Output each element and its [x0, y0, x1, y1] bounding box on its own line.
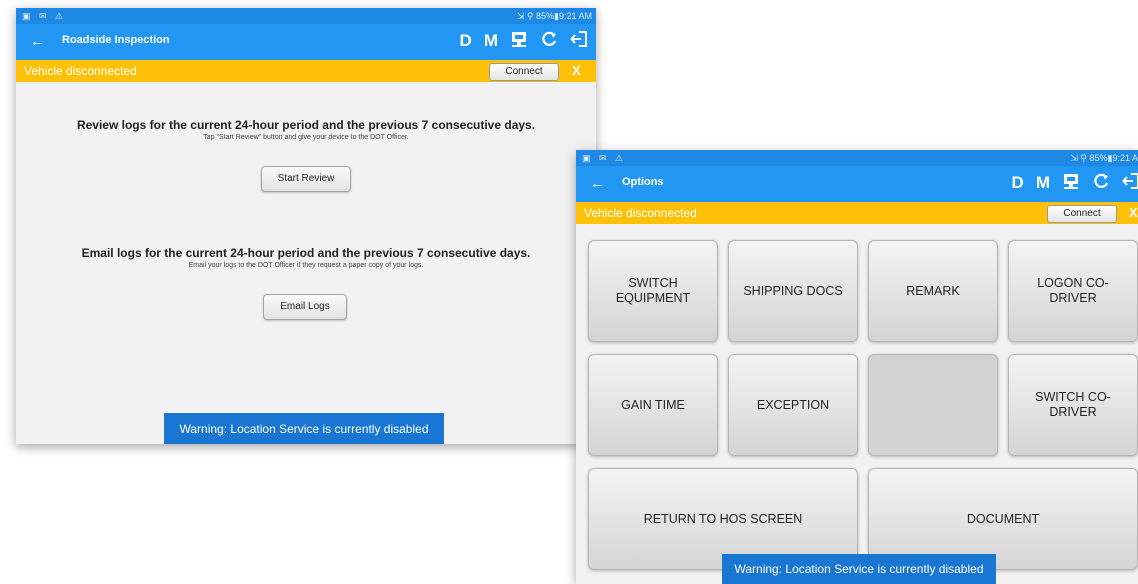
page-title: Options [622, 176, 664, 188]
refresh-icon[interactable] [1092, 171, 1110, 195]
status-info: ⇲ ⚲ 85%▮9:21 AM [516, 11, 592, 21]
status-icons: ▣ ✉ ⚠ [22, 11, 67, 21]
vehicle-status-text: Vehicle disconnected [24, 64, 137, 78]
email-section: Email logs for the current 24-hour perio… [16, 246, 596, 269]
inspection-icon[interactable] [1062, 171, 1080, 195]
toolbar-actions: D M [1012, 171, 1138, 195]
roadside-inspection-screen: ▣ ✉ ⚠ ⇲ ⚲ 85%▮9:21 AM ← Roadside Inspect… [16, 8, 596, 444]
status-bar: ▣ ✉ ⚠ ⇲ ⚲ 85%▮9:21 AM [16, 8, 596, 24]
vehicle-status-text: Vehicle disconnected [584, 206, 697, 220]
email-subtext: Email your logs to the DOT Officer if th… [188, 262, 424, 269]
gain-time-button[interactable]: GAIN TIME [588, 354, 718, 456]
review-section: Review logs for the current 24-hour peri… [16, 118, 596, 141]
location-warning-toast: Warning: Location Service is currently d… [164, 413, 444, 444]
driver-d-button[interactable]: D [1012, 171, 1024, 195]
exception-button[interactable]: EXCEPTION [728, 354, 858, 456]
refresh-icon[interactable] [540, 29, 558, 53]
connect-button[interactable]: Connect [489, 63, 559, 81]
back-arrow-icon[interactable]: ← [590, 174, 605, 194]
logout-icon[interactable] [570, 29, 588, 53]
dismiss-button[interactable]: X [572, 63, 581, 78]
email-logs-button[interactable]: Email Logs [263, 294, 347, 320]
location-warning-toast: Warning: Location Service is currently d… [722, 554, 996, 584]
page-title: Roadside Inspection [62, 34, 170, 46]
switch-equipment-button[interactable]: SWITCH EQUIPMENT [588, 240, 718, 342]
logout-icon[interactable] [1122, 171, 1138, 195]
toolbar-actions: D M [460, 29, 588, 53]
vehicle-status-bar: Vehicle disconnected Connect X [576, 202, 1138, 224]
status-icons: ▣ ✉ ⚠ [582, 153, 627, 163]
dismiss-button[interactable]: X [1129, 205, 1138, 220]
vehicle-status-bar: Vehicle disconnected Connect X [16, 60, 596, 82]
email-heading: Email logs for the current 24-hour perio… [81, 246, 531, 260]
start-review-button[interactable]: Start Review [261, 166, 351, 192]
status-info: ⇲ ⚲ 85%▮9:21 A [1070, 153, 1138, 163]
connect-button[interactable]: Connect [1047, 205, 1117, 223]
back-arrow-icon[interactable]: ← [30, 32, 45, 52]
switch-co-driver-button[interactable]: SWITCH CO-DRIVER [1008, 354, 1138, 456]
app-bar: ← Roadside Inspection D M [16, 24, 596, 60]
remark-button[interactable]: REMARK [868, 240, 998, 342]
review-heading: Review logs for the current 24-hour peri… [76, 118, 536, 132]
mode-m-button[interactable]: M [484, 29, 498, 53]
mode-m-button[interactable]: M [1036, 171, 1050, 195]
review-subtext: Tap "Start Review" button and give your … [203, 134, 409, 141]
logon-co-driver-button[interactable]: LOGON CO-DRIVER [1008, 240, 1138, 342]
shipping-docs-button[interactable]: SHIPPING DOCS [728, 240, 858, 342]
empty-tile [868, 354, 998, 456]
driver-d-button[interactable]: D [460, 29, 472, 53]
inspection-icon[interactable] [510, 29, 528, 53]
status-bar: ▣ ✉ ⚠ ⇲ ⚲ 85%▮9:21 A [576, 150, 1138, 166]
app-bar: ← Options D M [576, 166, 1138, 202]
options-screen: ▣ ✉ ⚠ ⇲ ⚲ 85%▮9:21 A ← Options D M Vehic… [576, 150, 1138, 584]
